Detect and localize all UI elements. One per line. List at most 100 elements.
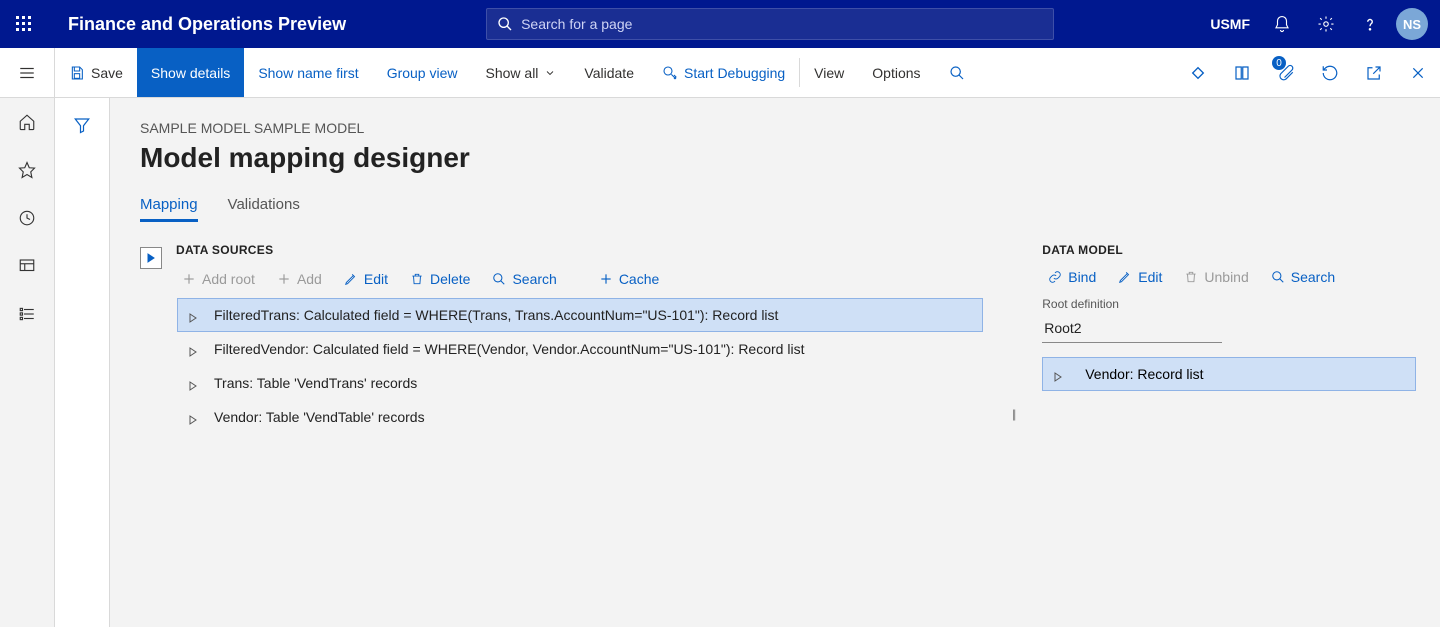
filter-icon <box>73 116 91 134</box>
data-model-panel: DATA MODEL Bind Edit Unbind Search <box>1042 243 1416 391</box>
pencil-icon <box>1118 270 1132 284</box>
refresh-button[interactable] <box>1308 48 1352 98</box>
rail-recent-button[interactable] <box>0 194 55 242</box>
data-sources-panel: DATA SOURCES Add root Add Edit <box>140 243 984 435</box>
trash-icon <box>410 272 424 286</box>
triangle-right-icon <box>188 415 198 425</box>
help-button[interactable] <box>1348 0 1392 48</box>
data-sources-heading: DATA SOURCES <box>176 243 984 257</box>
notifications-button[interactable] <box>1260 0 1304 48</box>
tree-row[interactable]: Vendor: Table 'VendTable' records <box>177 400 983 434</box>
root-definition-input[interactable] <box>1042 313 1222 343</box>
left-rail <box>0 98 55 627</box>
command-bar-right: 0 <box>1176 48 1440 98</box>
show-name-first-button[interactable]: Show name first <box>244 48 372 97</box>
dm-edit-button[interactable]: Edit <box>1118 269 1162 285</box>
bind-button[interactable]: Bind <box>1048 269 1096 285</box>
top-right-group: USMF NS <box>1210 0 1440 48</box>
expand-toggle[interactable] <box>188 378 198 388</box>
global-search[interactable] <box>486 8 1054 40</box>
add-button[interactable]: Add <box>277 271 322 287</box>
rail-modules-button[interactable] <box>0 290 55 338</box>
show-all-dropdown[interactable]: Show all <box>472 48 571 97</box>
plus-icon <box>182 272 196 286</box>
page-info-button[interactable] <box>1220 48 1264 98</box>
search-icon <box>949 65 965 81</box>
close-button[interactable] <box>1396 48 1440 98</box>
save-button[interactable]: Save <box>55 48 137 97</box>
data-model-tree: Vendor: Record list <box>1042 357 1416 391</box>
popout-button[interactable] <box>1352 48 1396 98</box>
triangle-right-icon <box>1053 372 1063 382</box>
close-icon <box>1410 65 1426 81</box>
question-icon <box>1361 15 1379 33</box>
triangle-right-icon <box>188 347 198 357</box>
options-menu[interactable]: Options <box>858 48 934 97</box>
search-icon <box>492 272 506 286</box>
start-debugging-button[interactable]: Start Debugging <box>648 48 799 97</box>
filter-pane-toggle[interactable] <box>55 98 110 627</box>
command-bar: Save Show details Show name first Group … <box>0 48 1440 98</box>
edit-button[interactable]: Edit <box>344 271 388 287</box>
search-icon <box>497 16 513 32</box>
save-label: Save <box>91 65 123 81</box>
refresh-icon <box>1321 64 1339 82</box>
tree-row[interactable]: FilteredVendor: Calculated field = WHERE… <box>177 332 983 366</box>
find-button[interactable] <box>935 48 979 97</box>
root-definition-label: Root definition <box>1042 297 1416 311</box>
rail-favorites-button[interactable] <box>0 146 55 194</box>
tree-row-label: FilteredVendor: Calculated field = WHERE… <box>214 341 804 357</box>
add-root-button[interactable]: Add root <box>182 271 255 287</box>
debug-icon <box>662 65 678 81</box>
app-launcher-button[interactable] <box>0 0 48 48</box>
data-model-heading: DATA MODEL <box>1042 243 1416 257</box>
user-avatar[interactable]: NS <box>1396 8 1428 40</box>
view-menu[interactable]: View <box>800 48 858 97</box>
rail-home-button[interactable] <box>0 98 55 146</box>
settings-button[interactable] <box>1304 0 1348 48</box>
rail-workspaces-button[interactable] <box>0 242 55 290</box>
main-content: SAMPLE MODEL SAMPLE MODEL Model mapping … <box>110 98 1440 627</box>
tree-row[interactable]: FilteredTrans: Calculated field = WHERE(… <box>177 298 983 332</box>
collapse-datasource-types-button[interactable] <box>140 247 162 269</box>
attachments-button[interactable]: 0 <box>1264 48 1308 98</box>
splitter-handle[interactable]: || <box>1012 407 1014 421</box>
plus-icon <box>599 272 613 286</box>
delete-button[interactable]: Delete <box>410 271 470 287</box>
ds-search-button[interactable]: Search <box>492 271 556 287</box>
expand-toggle[interactable] <box>188 310 198 320</box>
expand-toggle[interactable] <box>1053 369 1063 379</box>
triangle-right-icon <box>146 253 156 263</box>
tree-row-label: Vendor: Table 'VendTable' records <box>214 409 425 425</box>
unbind-button[interactable]: Unbind <box>1184 269 1248 285</box>
search-icon <box>1271 270 1285 284</box>
star-icon <box>18 161 36 179</box>
tree-row-label: Trans: Table 'VendTrans' records <box>214 375 417 391</box>
validate-button[interactable]: Validate <box>570 48 648 97</box>
tab-mapping[interactable]: Mapping <box>140 196 198 222</box>
book-icon <box>1233 64 1251 82</box>
home-icon <box>18 113 36 131</box>
workspace-icon <box>18 257 36 275</box>
global-search-input[interactable] <box>521 16 1043 32</box>
tree-row-label: FilteredTrans: Calculated field = WHERE(… <box>214 307 778 323</box>
save-icon <box>69 65 85 81</box>
app-title: Finance and Operations Preview <box>68 14 346 35</box>
pencil-icon <box>344 272 358 286</box>
nav-toggle-button[interactable] <box>0 48 55 98</box>
expand-toggle[interactable] <box>188 344 198 354</box>
tree-row[interactable]: Vendor: Record list <box>1042 357 1416 391</box>
dm-search-button[interactable]: Search <box>1271 269 1335 285</box>
list-icon <box>18 305 36 323</box>
expand-toggle[interactable] <box>188 412 198 422</box>
attachments-badge: 0 <box>1272 56 1286 70</box>
tree-row[interactable]: Trans: Table 'VendTrans' records <box>177 366 983 400</box>
tab-strip: Mapping Validations <box>140 196 1416 223</box>
tab-validations[interactable]: Validations <box>228 196 300 222</box>
personalize-button[interactable] <box>1176 48 1220 98</box>
cache-button[interactable]: Cache <box>599 271 659 287</box>
company-code[interactable]: USMF <box>1210 16 1250 32</box>
group-view-button[interactable]: Group view <box>373 48 472 97</box>
top-navbar: Finance and Operations Preview USMF NS <box>0 0 1440 48</box>
show-details-button[interactable]: Show details <box>137 48 244 97</box>
